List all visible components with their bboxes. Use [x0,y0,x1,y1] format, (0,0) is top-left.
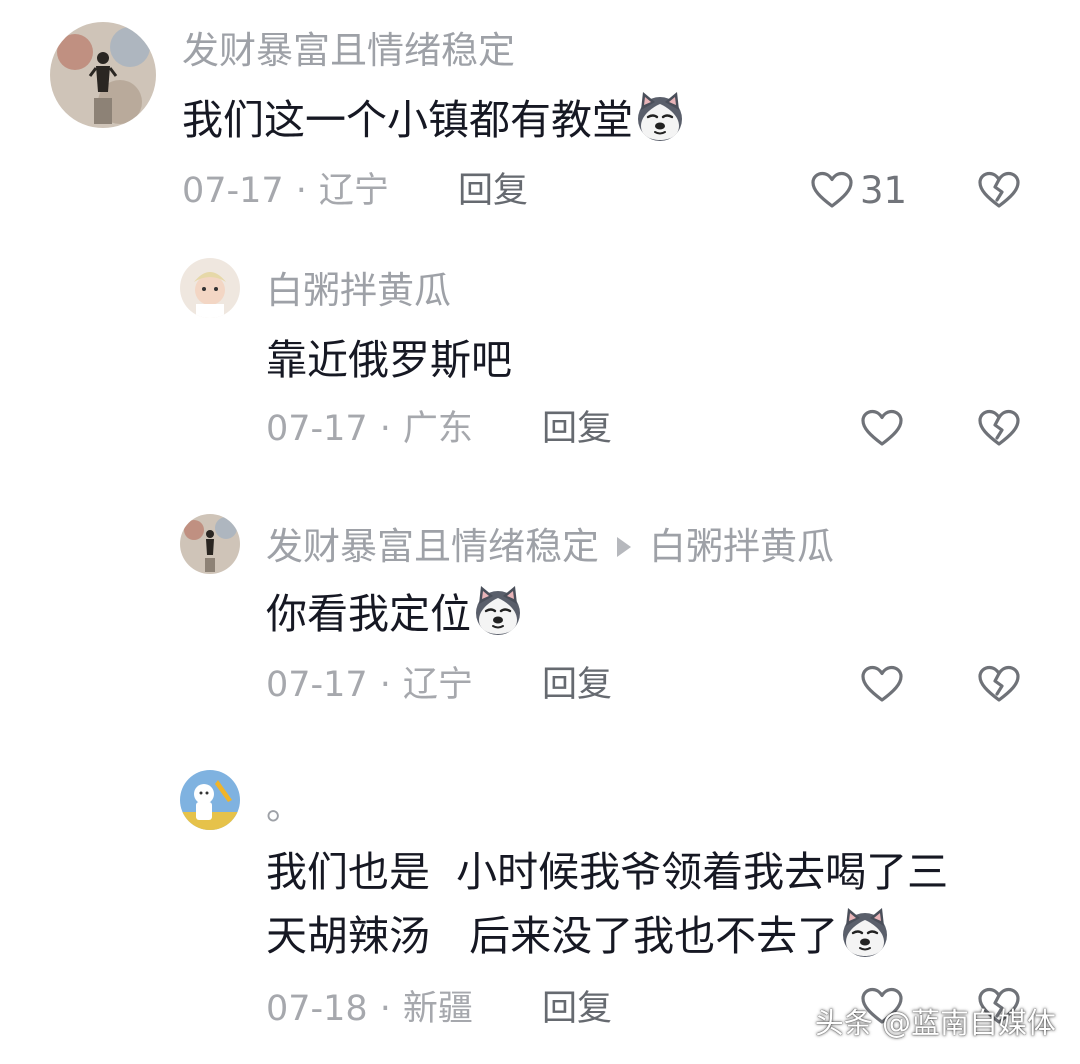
comment-date: 07-18 [266,989,368,1029]
comment-date: 07-17 [266,409,368,449]
meta-separator: · [379,989,391,1029]
reply-item: 白粥拌黄瓜 靠近俄罗斯吧 07-17 · 广东 回复 [0,240,1080,480]
husky-dog-emoji [471,584,525,636]
heart-outline-icon [860,664,904,704]
reply-arrow-icon [617,536,631,557]
like-button[interactable]: 31 [810,170,907,210]
reply-button[interactable]: 回复 [458,174,528,209]
username[interactable]: 白粥拌黄瓜 [266,272,451,309]
comment-location: 广东 [402,409,473,449]
comment-text-line: 我们这一个小镇都有教堂 [182,96,633,144]
meta-separator: · [379,665,391,705]
username[interactable]: 发财暴富且情绪稳定 [182,32,515,69]
comment-location: 新疆 [402,989,473,1029]
heart-outline-icon [860,408,904,448]
reply-button[interactable]: 回复 [542,412,612,447]
comment-text: 靠近俄罗斯吧 [266,328,512,392]
comment-text: 你看我定位 [266,582,525,646]
dislike-button[interactable] [977,170,1021,210]
broken-heart-icon [977,664,1021,704]
comment-meta: 07-17 · 广东 [266,412,473,447]
avatar[interactable] [50,22,156,128]
username-line: 发财暴富且情绪稳定 白粥拌黄瓜 [266,528,834,565]
comment-text-line-2: 天胡辣汤 后来没了我也不去了 [266,904,948,968]
husky-dog-emoji [633,90,687,142]
avatar[interactable] [180,258,240,318]
meta-separator: · [295,171,307,211]
reply-button[interactable]: 回复 [542,668,612,703]
comment-meta: 07-17 · 辽宁 [182,174,389,209]
comment-text-line: 你看我定位 [266,590,471,638]
reply-target-username[interactable]: 白粥拌黄瓜 [649,525,834,568]
comment-meta: 07-18 · 新疆 [266,992,473,1027]
broken-heart-icon [977,170,1021,210]
meta-separator: · [379,409,391,449]
comment-location: 辽宁 [318,171,389,211]
username[interactable]: 发财暴富且情绪稳定 [266,525,599,568]
comment-text: 我们也是 小时候我爷领着我去喝了三 天胡辣汤 后来没了我也不去了 [266,840,948,968]
comment-text-line: 天胡辣汤 后来没了我也不去了 [266,912,839,960]
comment-text: 我们这一个小镇都有教堂 [182,88,687,152]
watermark: 头条 @蓝南自媒体 [814,1006,1056,1040]
comment-item: 发财暴富且情绪稳定 我们这一个小镇都有教堂 07-17 · 辽宁 回复 31 [0,0,1080,230]
comment-location: 辽宁 [402,665,473,705]
dislike-button[interactable] [977,408,1021,448]
comment-text-line: 靠近俄罗斯吧 [266,336,512,384]
comment-date: 07-17 [182,171,284,211]
broken-heart-icon [977,408,1021,448]
comment-date: 07-17 [266,665,368,705]
reply-button[interactable]: 回复 [542,992,612,1027]
comment-meta: 07-17 · 辽宁 [266,668,473,703]
heart-outline-icon [810,170,854,210]
like-count: 31 [860,168,908,212]
username[interactable]: 。 [266,788,303,825]
like-button[interactable] [860,664,904,704]
like-button[interactable] [860,408,904,448]
comment-text-line: 我们也是 小时候我爷领着我去喝了三 [266,848,949,896]
husky-dog-emoji [838,906,892,958]
avatar[interactable] [180,514,240,574]
avatar[interactable] [180,770,240,830]
reply-item: 发财暴富且情绪稳定 白粥拌黄瓜 你看我定位 07-17 · 辽宁 回复 [0,498,1080,738]
dislike-button[interactable] [977,664,1021,704]
